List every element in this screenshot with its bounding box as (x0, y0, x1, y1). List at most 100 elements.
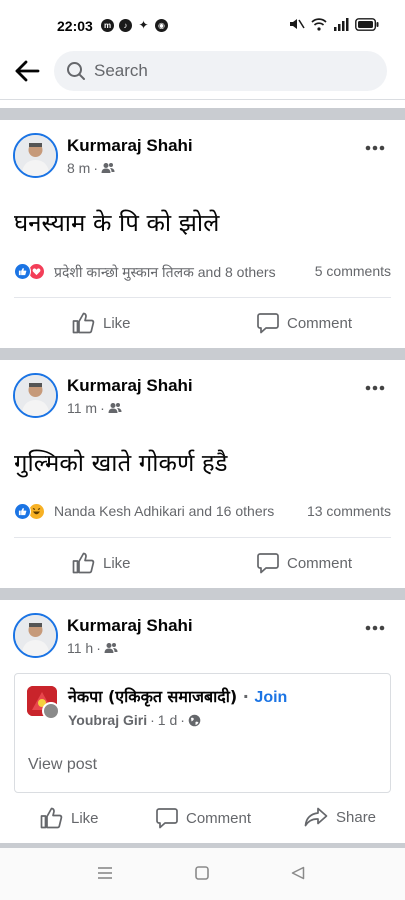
back-triangle-icon (291, 866, 305, 880)
author-name[interactable]: Kurmaraj Shahi (67, 376, 193, 396)
meta-dot: · (100, 400, 105, 416)
comment-button[interactable]: Comment (156, 807, 251, 829)
join-button[interactable]: Join (254, 689, 287, 706)
comment-icon (156, 808, 178, 829)
friends-icon (108, 403, 122, 413)
like-button[interactable]: Like (40, 807, 99, 829)
post-card: Kurmaraj Shahi 11 h · नेकपा (एकिकृत समाज… (0, 600, 405, 843)
post-card: Kurmaraj Shahi 11 m · गुल्मिको खाते गोकर… (0, 360, 405, 588)
comment-label: Comment (287, 554, 353, 572)
reactions-row: प्रदेशी कान्छो मुस्कान तिलक and 8 others… (14, 261, 391, 283)
share-button[interactable]: Share (304, 807, 376, 827)
comment-icon (257, 313, 279, 334)
meta-dot: · (180, 712, 185, 728)
author-avatar[interactable] (13, 133, 58, 178)
group-name[interactable]: नेकपा (एकिकृत समाजबादी) · Join (68, 685, 287, 707)
view-post-link[interactable]: View post (28, 756, 97, 774)
comment-label: Comment (287, 314, 353, 332)
poster-name[interactable]: Youbraj Giri (68, 712, 147, 728)
more-options-button[interactable] (365, 620, 385, 631)
notification-icons: m ♪ ✦ ◉ (101, 19, 168, 32)
comments-count[interactable]: 5 comments (315, 263, 391, 279)
post-meta: 11 h · (67, 640, 118, 656)
meta-dot: · (93, 160, 99, 176)
feed-separator (0, 108, 405, 120)
comment-icon (257, 553, 279, 574)
back-arrow-icon (15, 60, 40, 82)
like-icon (40, 807, 63, 829)
share-label: Share (336, 808, 377, 826)
like-reaction-icon (14, 503, 31, 520)
like-button[interactable]: Like (72, 312, 131, 334)
search-bar[interactable] (54, 51, 387, 91)
like-label: Like (103, 554, 131, 572)
twitter-icon: ✦ (138, 18, 149, 32)
battery-icon (355, 17, 379, 31)
reactions-row: Nanda Kesh Adhikari and 16 others 13 com… (14, 501, 391, 523)
search-header (0, 48, 405, 100)
more-icon (365, 625, 385, 631)
recent-apps-button[interactable] (97, 866, 113, 885)
back-nav-button[interactable] (291, 866, 305, 885)
like-icon (72, 552, 95, 574)
like-button[interactable]: Like (72, 552, 131, 574)
action-divider (14, 537, 391, 538)
messenger-icon: m (101, 19, 114, 32)
author-avatar[interactable] (13, 613, 58, 658)
feed-separator (0, 588, 405, 600)
menu-icon (98, 867, 112, 879)
system-icons (287, 17, 379, 31)
reaction-icons[interactable] (14, 503, 54, 521)
system-nav-bar (0, 848, 405, 900)
post-meta: 11 m · (67, 400, 122, 416)
friends-icon (104, 643, 118, 653)
tiktok-icon: ♪ (119, 19, 132, 32)
more-options-button[interactable] (365, 380, 385, 391)
reaction-names[interactable]: प्रदेशी कान्छो मुस्कान तिलक and 8 others (54, 263, 276, 282)
like-label: Like (103, 314, 131, 332)
author-name[interactable]: Kurmaraj Shahi (67, 136, 193, 156)
comment-label: Comment (186, 809, 252, 827)
reaction-icons[interactable] (14, 263, 54, 281)
like-reaction-icon (14, 263, 31, 280)
avatar-image (15, 135, 56, 176)
status-bar: 22:03 m ♪ ✦ ◉ (0, 0, 405, 48)
chrome-icon: ◉ (155, 19, 168, 32)
author-name[interactable]: Kurmaraj Shahi (67, 616, 193, 636)
signal-icon (334, 17, 349, 31)
status-time: 22:03 (57, 18, 93, 34)
feed-separator (0, 348, 405, 360)
more-options-button[interactable] (365, 140, 385, 151)
post-time[interactable]: 11 m (67, 400, 97, 416)
post-time[interactable]: 8 m (67, 160, 90, 176)
avatar-image (15, 375, 56, 416)
home-button[interactable] (195, 866, 209, 885)
comments-count[interactable]: 13 comments (307, 503, 391, 519)
comment-button[interactable]: Comment (257, 552, 352, 574)
post-meta: 8 m · (67, 160, 115, 176)
home-square-icon (195, 866, 209, 880)
post-text: गुल्मिको खाते गोकर्ण हडै (14, 449, 228, 477)
search-input[interactable] (94, 57, 374, 85)
mute-icon (290, 19, 305, 29)
meta-dot: · (96, 640, 101, 656)
reaction-names[interactable]: Nanda Kesh Adhikari and 16 others (54, 503, 274, 519)
share-icon (304, 807, 328, 827)
post-card: Kurmaraj Shahi 8 m · घनस्याम के पि को झो… (0, 120, 405, 348)
post-text: घनस्याम के पि को झोले (14, 209, 220, 237)
shared-post-card[interactable]: नेकपा (एकिकृत समाजबादी) · Join Youbraj G… (14, 673, 391, 793)
author-avatar[interactable] (13, 373, 58, 418)
meta-dot: · (150, 712, 155, 728)
comment-button[interactable]: Comment (257, 312, 352, 334)
shared-post-time[interactable]: 1 d (158, 712, 177, 728)
group-name-text[interactable]: नेकपा (एकिकृत समाजबादी) (68, 687, 237, 706)
poster-avatar[interactable] (42, 702, 60, 720)
more-icon (365, 145, 385, 151)
back-button[interactable] (12, 56, 42, 86)
shared-post-meta: Youbraj Giri · 1 d · (68, 712, 201, 728)
search-icon (67, 62, 85, 80)
like-label: Like (71, 809, 99, 827)
wifi-icon (311, 17, 327, 31)
post-time[interactable]: 11 h (67, 640, 93, 656)
meta-dot: · (242, 687, 255, 706)
